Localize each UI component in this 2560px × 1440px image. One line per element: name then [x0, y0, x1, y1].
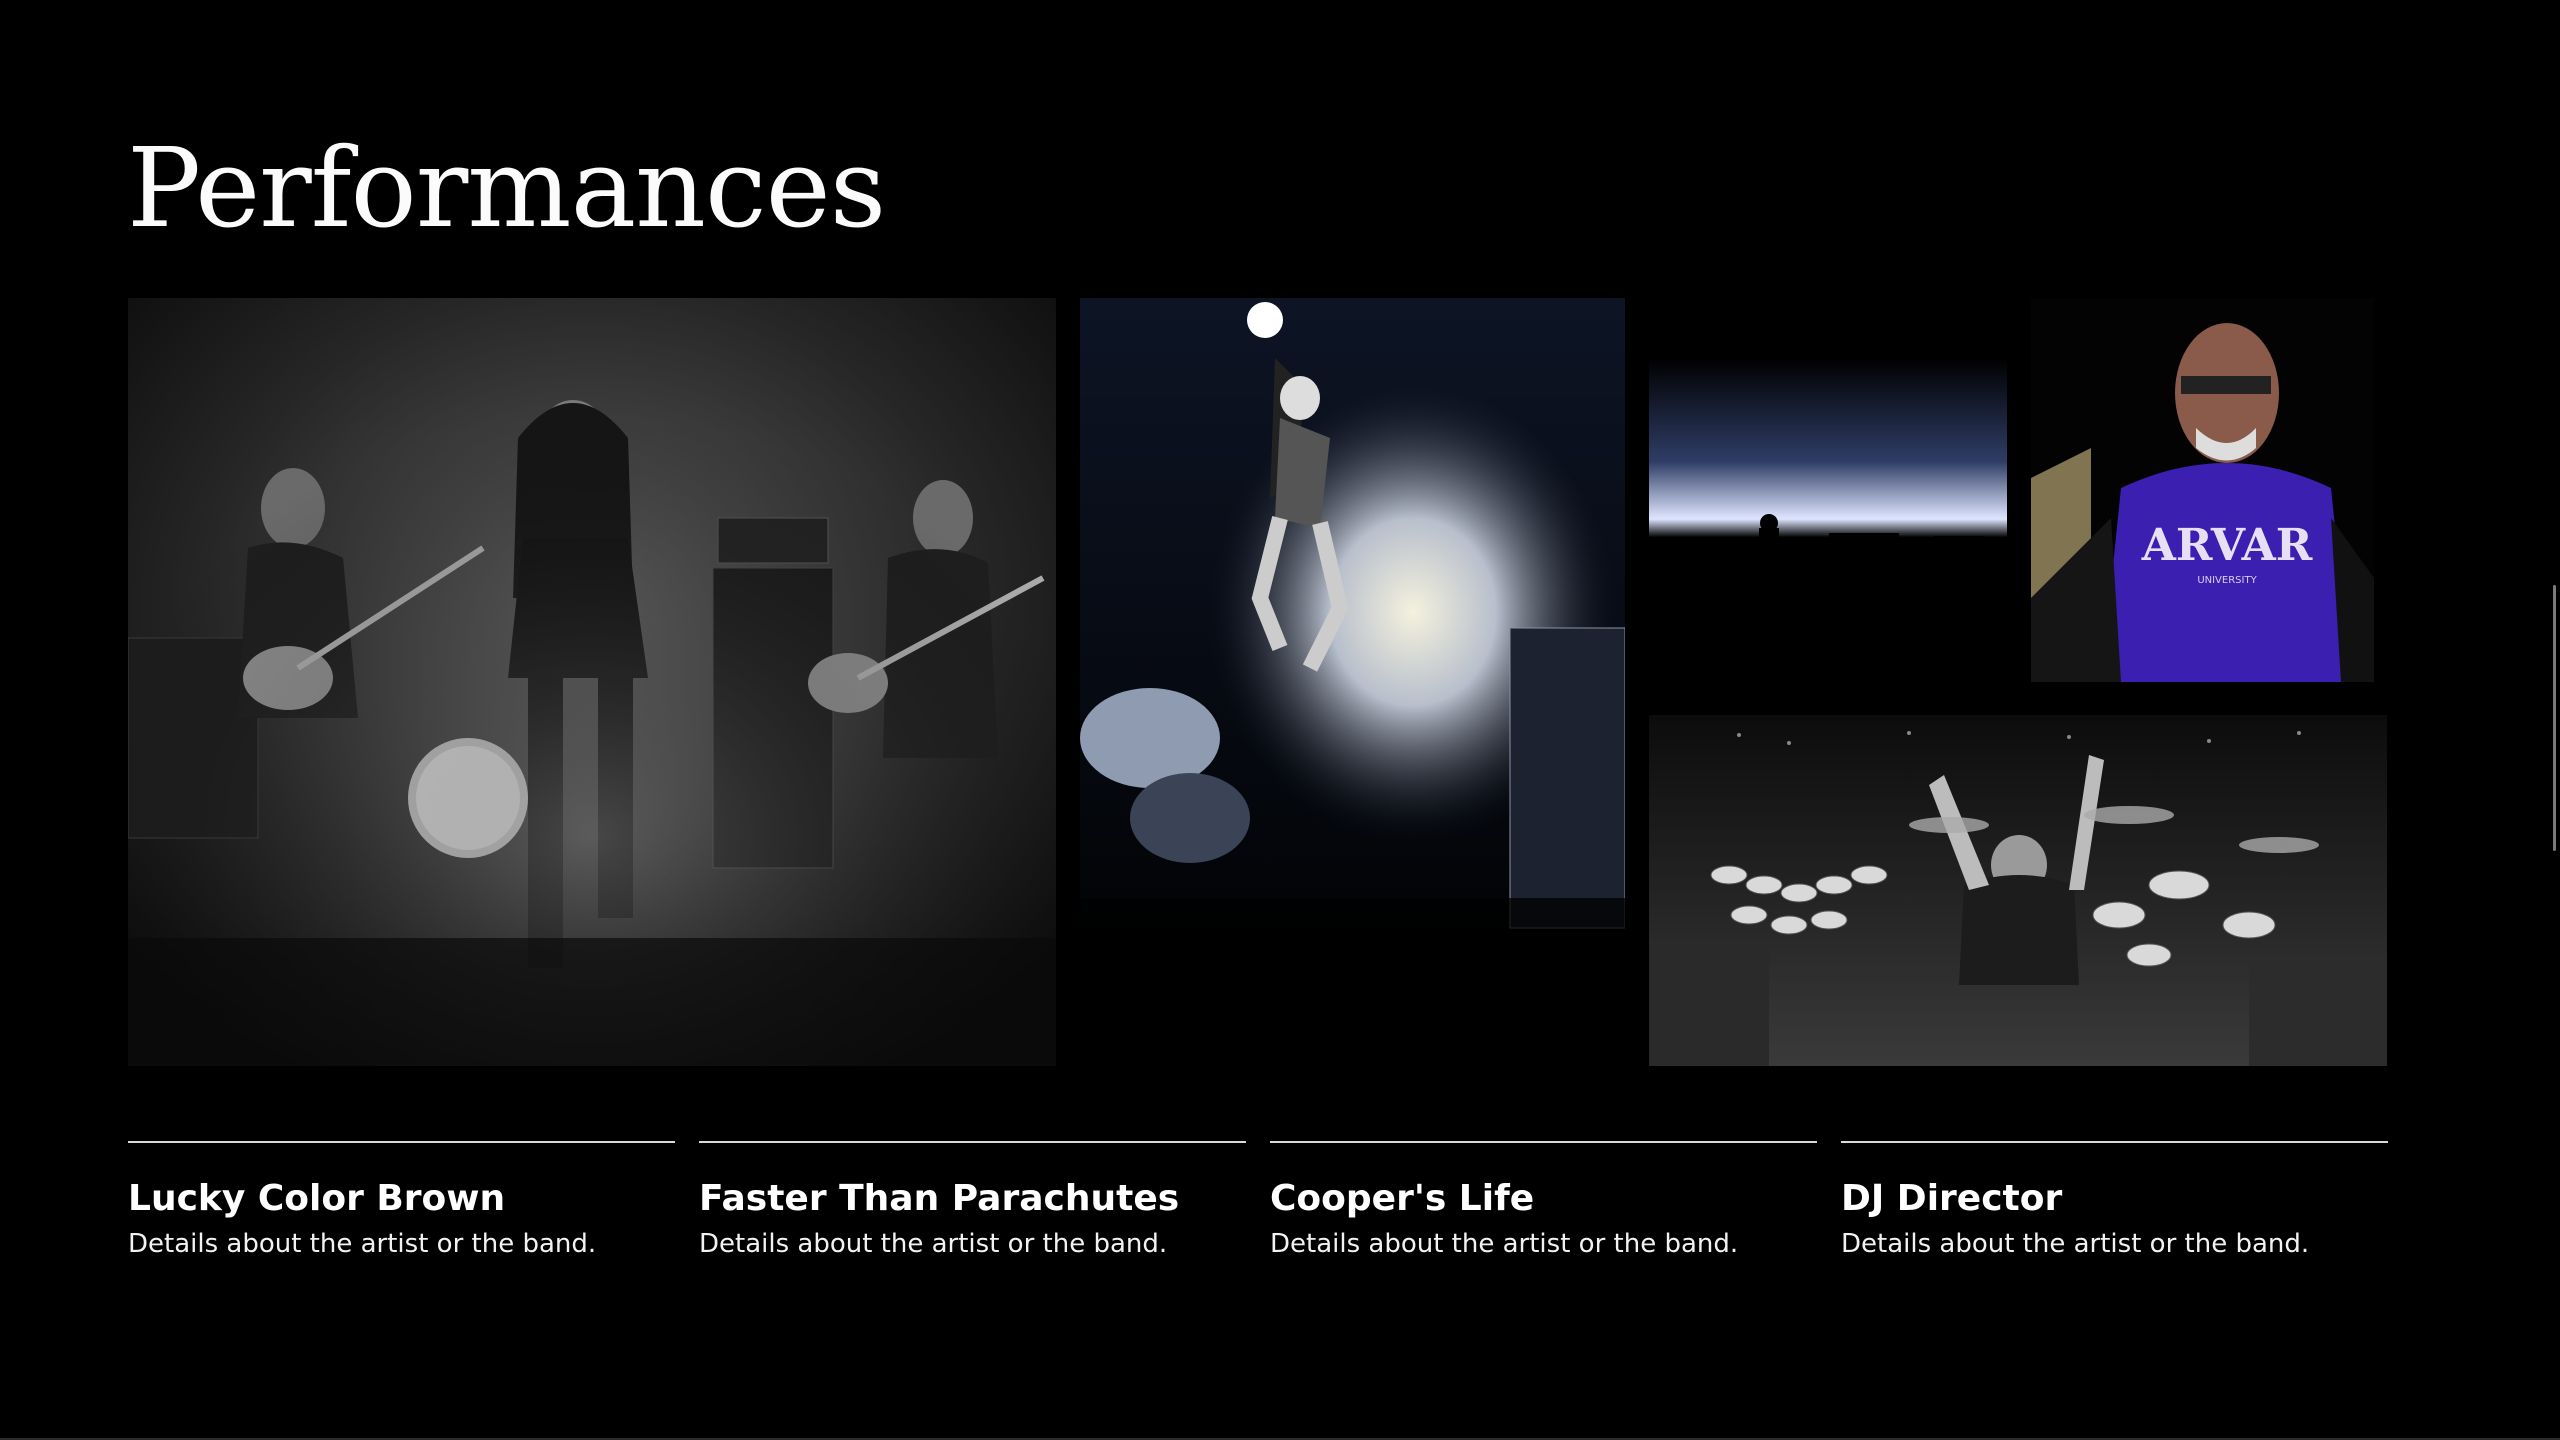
- jumping-singer-photo[interactable]: [1080, 298, 1625, 1066]
- performer-card[interactable]: DJ Director Details about the artist or …: [1841, 1141, 2388, 1263]
- svg-text:UNIVERSITY: UNIVERSITY: [2197, 575, 2257, 586]
- performer-description: Details about the artist or the band.: [699, 1229, 1168, 1259]
- harvard-hoodie-portrait-photo[interactable]: ARVAR UNIVERSITY: [2031, 298, 2374, 682]
- performer-description: Details about the artist or the band.: [1270, 1229, 1739, 1259]
- performer-title: Lucky Color Brown: [128, 1178, 506, 1219]
- performer-title: Cooper's Life: [1270, 1178, 1535, 1219]
- performer-description: Details about the artist or the band.: [1841, 1229, 2310, 1259]
- scrollbar-thumb[interactable]: [2553, 585, 2556, 851]
- performer-title: Faster Than Parachutes: [699, 1178, 1180, 1219]
- performer-cards: Lucky Color Brown Details about the arti…: [128, 1141, 2388, 1263]
- performer-card[interactable]: Cooper's Life Details about the artist o…: [1270, 1141, 1817, 1263]
- performer-title: DJ Director: [1841, 1178, 2063, 1219]
- performer-description: Details about the artist or the band.: [128, 1229, 597, 1259]
- performer-card[interactable]: Faster Than Parachutes Details about the…: [699, 1141, 1246, 1263]
- performer-card[interactable]: Lucky Color Brown Details about the arti…: [128, 1141, 675, 1263]
- vertical-scrollbar[interactable]: [2546, 0, 2560, 1440]
- svg-text:ARVAR: ARVAR: [2141, 520, 2313, 571]
- band-on-stage-photo[interactable]: [128, 298, 1056, 1066]
- backlit-stage-photo[interactable]: [1649, 298, 2007, 682]
- page-title: Performances: [127, 124, 886, 252]
- drummer-kit-photo[interactable]: [1649, 715, 2387, 1066]
